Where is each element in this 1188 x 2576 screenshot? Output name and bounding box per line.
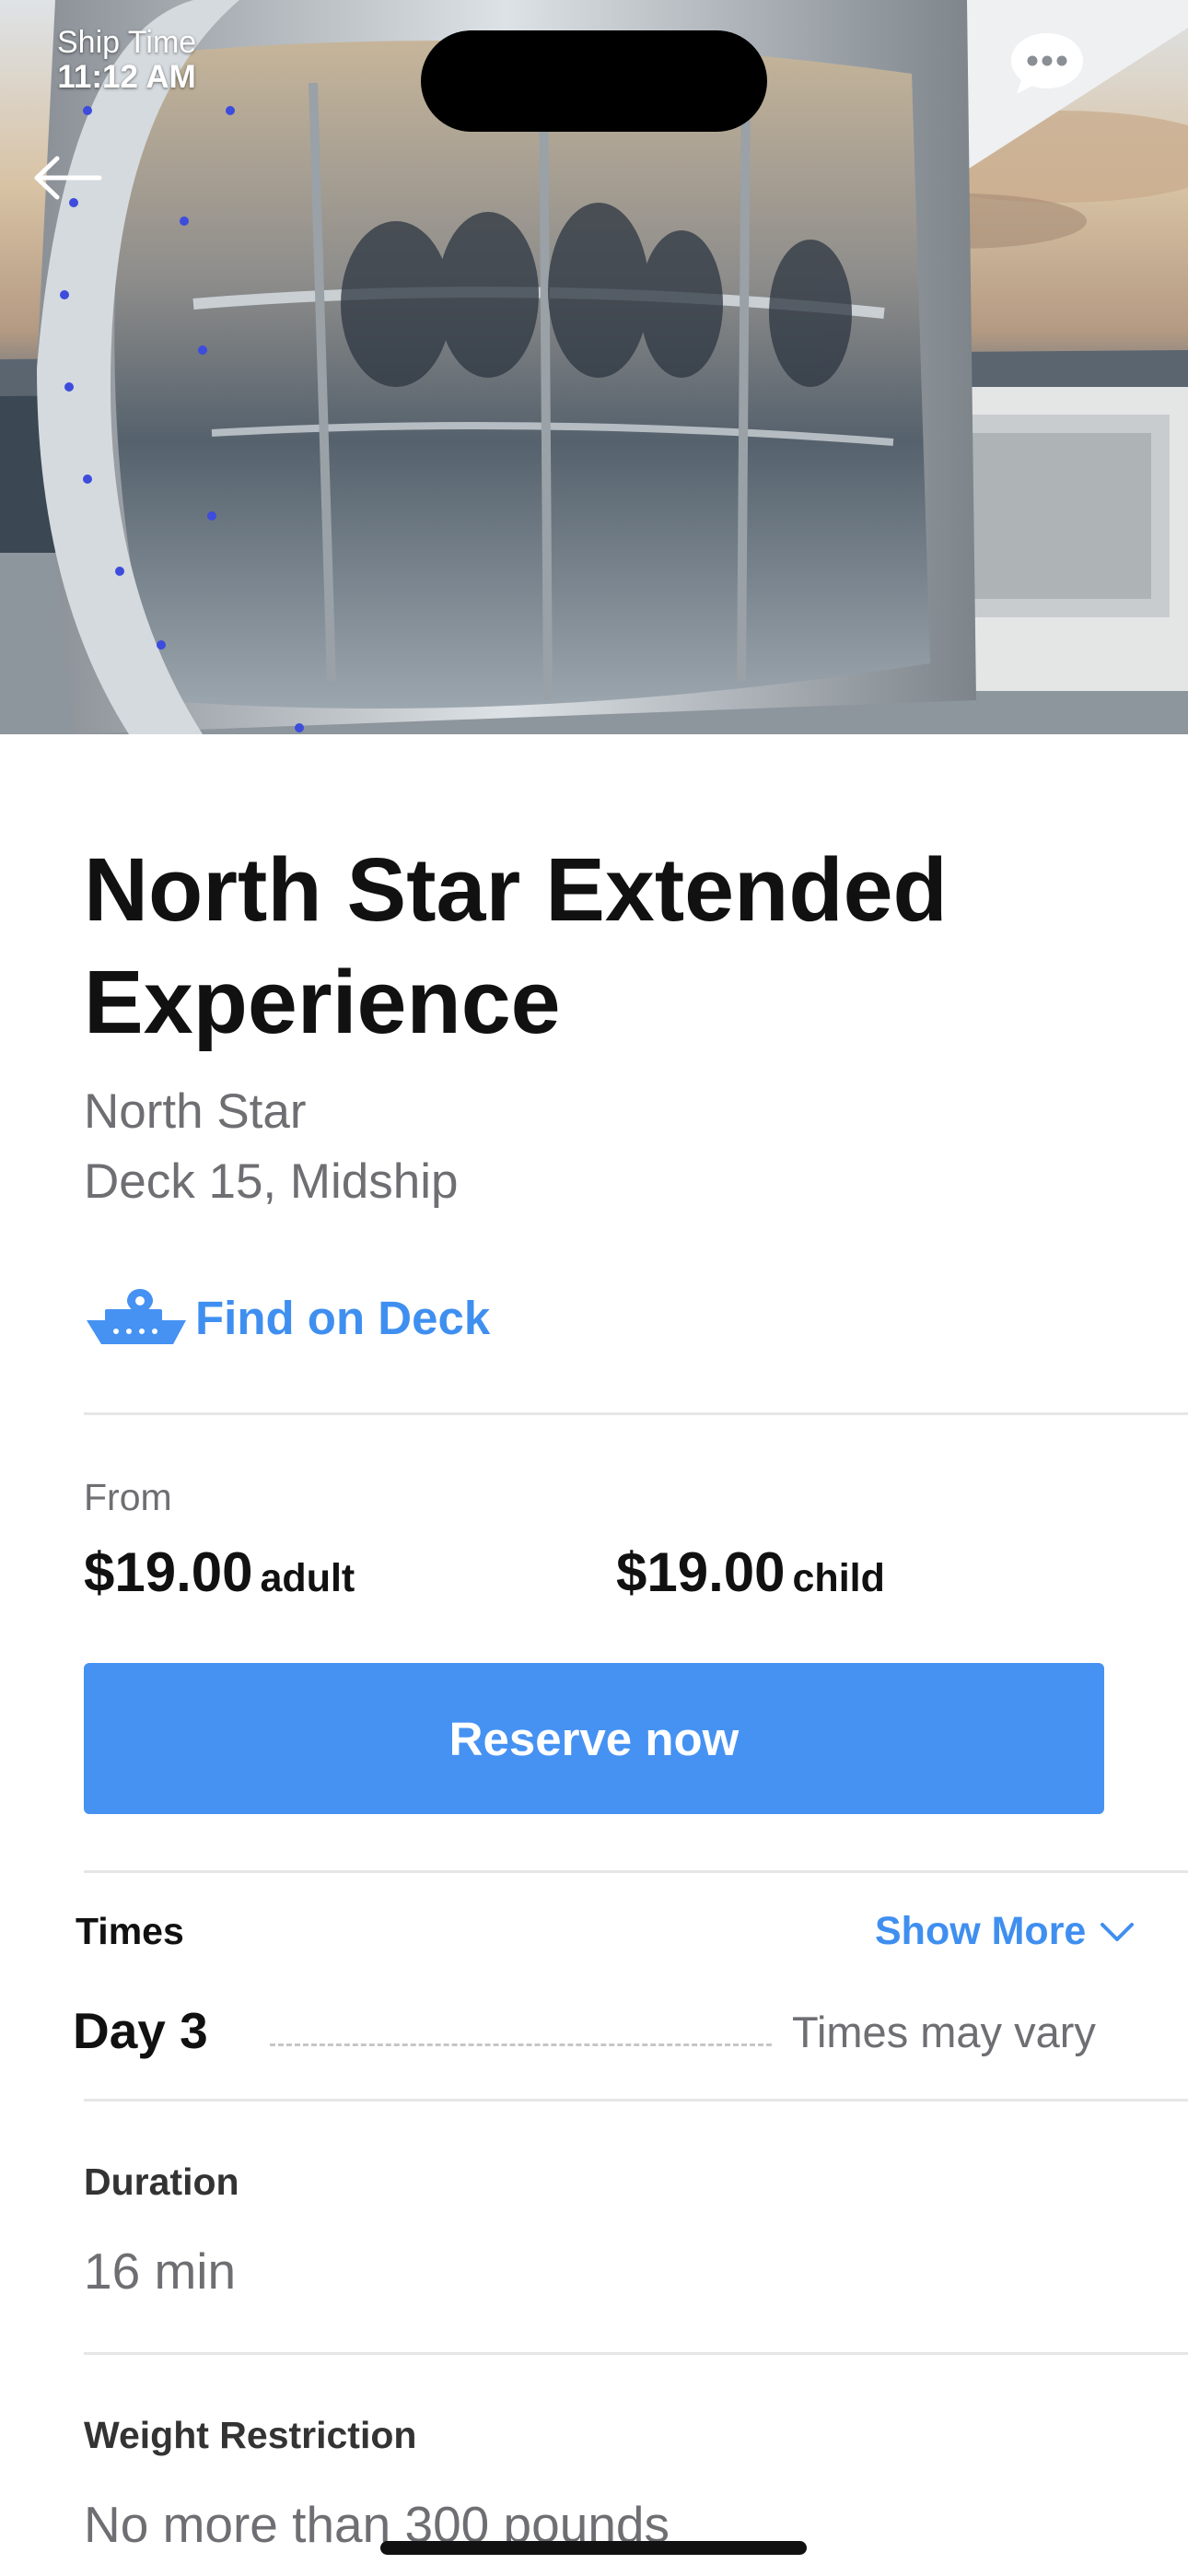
from-label: From bbox=[84, 1476, 172, 1518]
duration-value: 16 min bbox=[84, 2242, 237, 2300]
show-more-label: Show More bbox=[875, 1909, 1087, 1953]
child-price: $19.00 child bbox=[616, 1540, 885, 1604]
activity-title: North Star Extended Experience bbox=[84, 839, 948, 1052]
reserve-now-button[interactable]: Reserve now bbox=[84, 1663, 1104, 1814]
divider bbox=[84, 2352, 1188, 2355]
arrow-left-icon bbox=[34, 156, 102, 200]
weight-restriction-label: Weight Restriction bbox=[84, 2414, 417, 2456]
adult-price-value: $19.00 bbox=[84, 1541, 253, 1603]
show-more-button[interactable]: Show More bbox=[875, 1909, 1136, 1954]
home-indicator[interactable] bbox=[380, 2541, 807, 2555]
times-day: Day 3 bbox=[73, 2002, 208, 2059]
back-button[interactable] bbox=[26, 146, 109, 210]
chat-button[interactable] bbox=[1007, 28, 1087, 98]
ship-location-icon bbox=[87, 1289, 186, 1344]
child-price-unit: child bbox=[792, 1556, 885, 1600]
dashed-leader bbox=[270, 2043, 772, 2046]
adult-price-unit: adult bbox=[260, 1556, 355, 1600]
times-note: Times may vary bbox=[792, 2008, 1096, 2056]
divider bbox=[84, 1870, 1188, 1873]
divider bbox=[84, 1412, 1188, 1415]
dynamic-island bbox=[421, 30, 767, 132]
adult-price: $19.00 adult bbox=[84, 1540, 355, 1604]
find-on-deck-link[interactable]: Find on Deck bbox=[81, 1276, 634, 1359]
child-price-value: $19.00 bbox=[616, 1541, 786, 1603]
chevron-down-icon bbox=[1101, 1922, 1135, 1941]
times-heading: Times bbox=[76, 1910, 184, 1952]
ship-time-label: Ship Time bbox=[57, 25, 197, 60]
venue-location: Deck 15, Midship bbox=[84, 1154, 459, 1209]
chat-bubble-icon bbox=[1011, 33, 1083, 94]
ship-time-value: 11:12 AM bbox=[57, 59, 196, 96]
ship-time: Ship Time 11:12 AM bbox=[57, 25, 197, 96]
divider bbox=[84, 2099, 1188, 2102]
find-on-deck-label: Find on Deck bbox=[195, 1292, 491, 1344]
venue-name: North Star bbox=[84, 1084, 307, 1139]
duration-label: Duration bbox=[84, 2160, 239, 2203]
